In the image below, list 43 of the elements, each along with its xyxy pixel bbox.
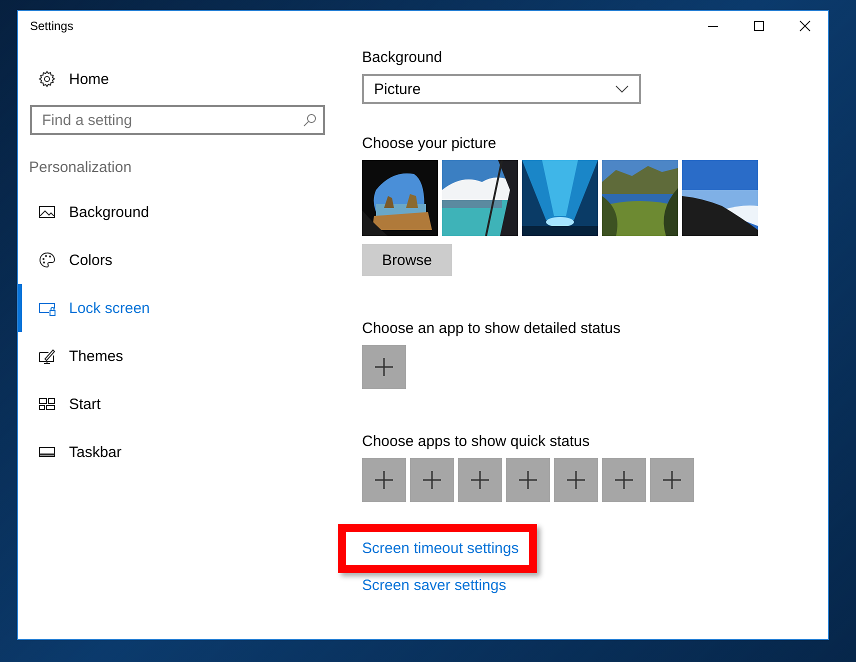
link[interactable]: Screen saver settings — [362, 577, 506, 594]
link[interactable]: Screen timeout settings — [362, 540, 519, 557]
nav-item[interactable]: Start — [18, 380, 340, 428]
section-label: Choose apps to show quick status — [362, 433, 590, 450]
section-heading: Personalization — [29, 159, 133, 176]
search-field[interactable]: Find a setting — [30, 105, 325, 135]
add-app-button[interactable] — [362, 345, 406, 389]
home-item[interactable]: Home — [18, 55, 340, 103]
plus-icon — [471, 471, 489, 489]
nav-item[interactable]: Themes — [18, 332, 340, 380]
section-label: Choose your picture — [362, 135, 496, 152]
window-title: Settings — [30, 19, 74, 33]
add-app-button[interactable] — [554, 458, 598, 502]
nav-item[interactable]: Taskbar — [18, 428, 340, 476]
nav-item[interactable]: Colors — [18, 236, 340, 284]
plus-icon — [663, 471, 681, 489]
monitor-brush-icon — [38, 347, 56, 365]
add-app-button[interactable] — [362, 458, 406, 502]
maximize-icon — [753, 20, 765, 32]
background-dropdown[interactable]: Picture — [362, 74, 641, 104]
tiles-icon — [38, 395, 56, 413]
plus-icon — [375, 358, 393, 376]
plus-icon — [423, 471, 441, 489]
plus-icon — [567, 471, 585, 489]
chevron-down-icon — [615, 85, 629, 93]
search-icon — [303, 113, 317, 127]
image-icon — [38, 203, 56, 221]
browse-button[interactable]: Browse — [362, 244, 452, 276]
plus-icon — [519, 471, 537, 489]
plus-icon — [615, 471, 633, 489]
add-app-button[interactable] — [410, 458, 454, 502]
add-app-button[interactable] — [602, 458, 646, 502]
section-label: Choose an app to show detailed status — [362, 320, 621, 337]
settings-icon — [38, 70, 56, 88]
close-icon — [799, 20, 811, 32]
palette-icon — [38, 251, 56, 269]
add-app-button[interactable] — [458, 458, 502, 502]
field-label: Background — [362, 49, 442, 66]
add-app-button[interactable] — [506, 458, 550, 502]
nav-item[interactable]: Lock screen — [18, 284, 340, 332]
nav-item[interactable]: Background — [18, 188, 340, 236]
plus-icon — [375, 471, 393, 489]
add-app-button[interactable] — [650, 458, 694, 502]
